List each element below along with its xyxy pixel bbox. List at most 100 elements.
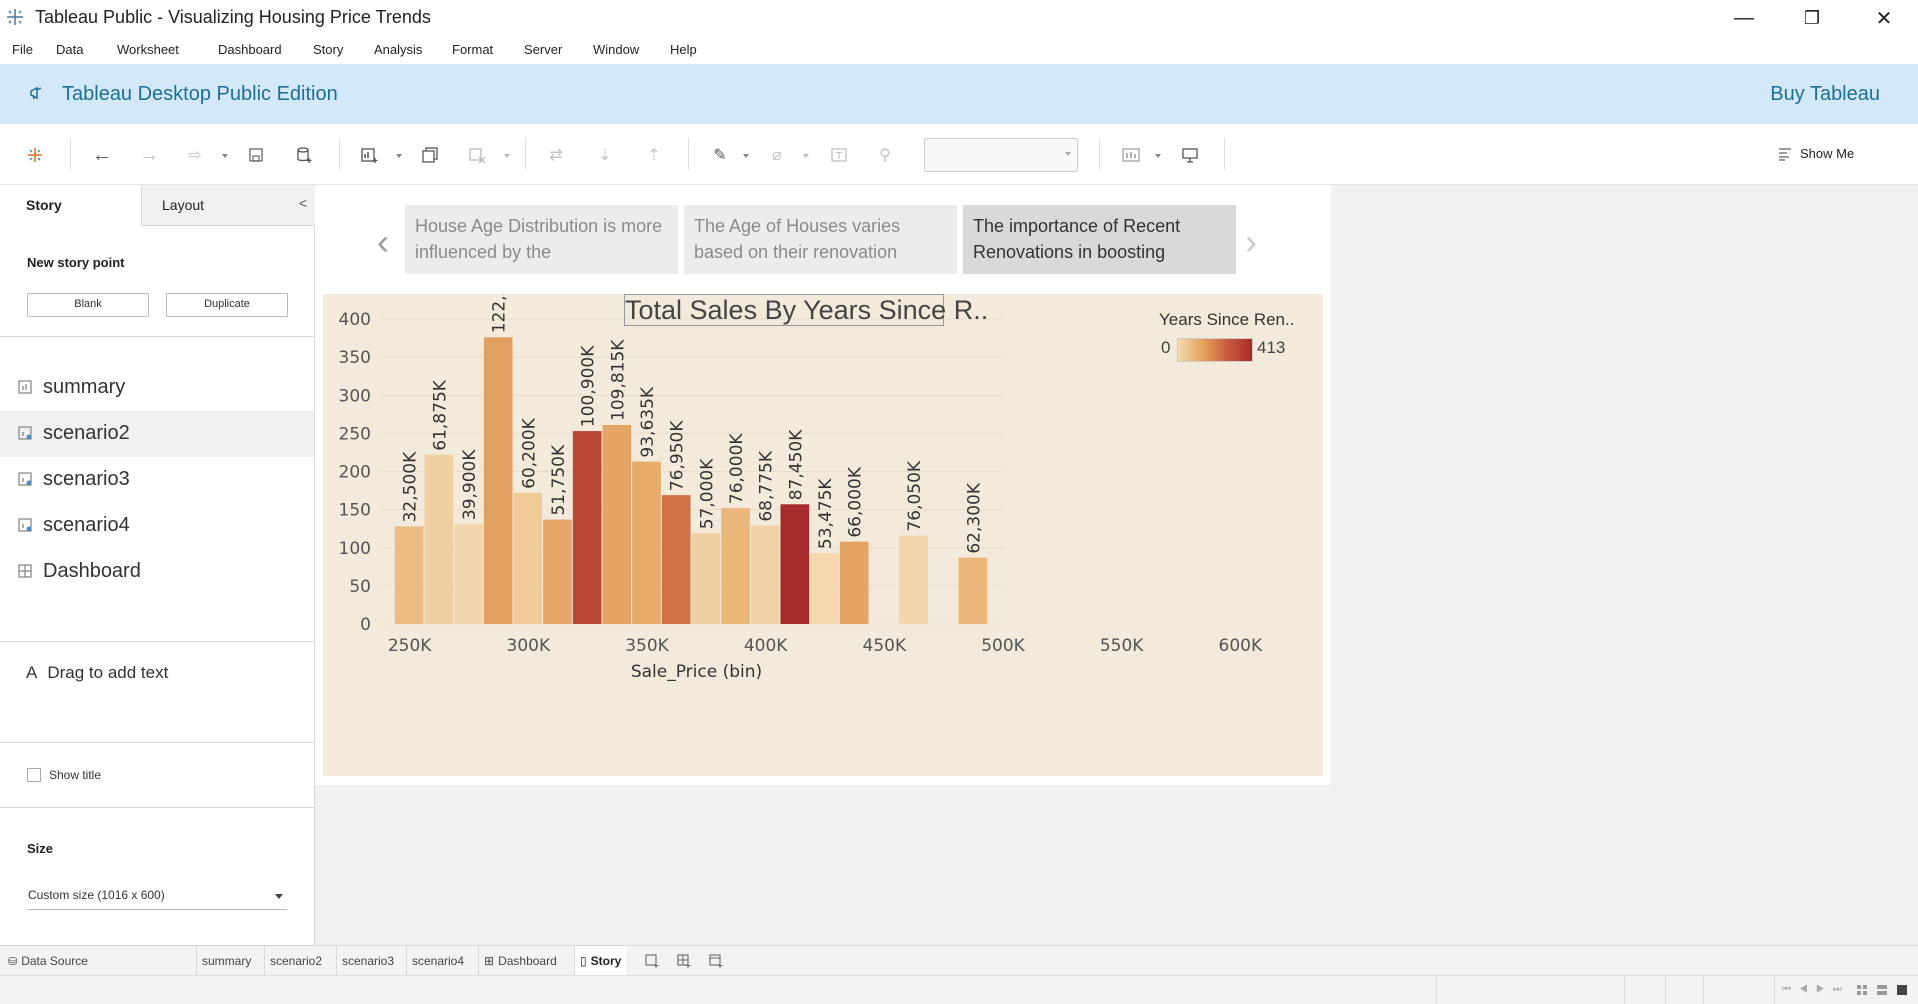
close-button[interactable]: ✕ — [1854, 0, 1914, 36]
sheet-navigation-arrows[interactable]: ⏮◀▶⏭ — [1782, 984, 1850, 995]
maximize-button[interactable]: ❐ — [1782, 0, 1842, 36]
duplicate-button[interactable]: Duplicate — [166, 293, 288, 317]
menu-bar: File Data Worksheet Dashboard Story Anal… — [0, 36, 1918, 64]
drag-text-label: Drag to add text — [47, 663, 169, 682]
legend-title: Years Since Ren.. — [1159, 310, 1295, 329]
show-cards-dropdown-icon[interactable] — [1155, 154, 1161, 158]
tab-scenario2[interactable]: scenario2 — [264, 946, 327, 976]
worksheet-icon — [18, 518, 32, 532]
tab-layout[interactable]: Layout < — [141, 185, 315, 226]
sort-ascending-icon[interactable]: ⇣ — [594, 144, 616, 166]
menu-file[interactable]: File — [12, 42, 33, 57]
menu-worksheet[interactable]: Worksheet — [117, 42, 179, 57]
show-title-checkbox[interactable] — [27, 768, 41, 782]
presentation-mode-icon[interactable] — [1179, 144, 1201, 166]
story-point-2[interactable]: The Age of Houses varies based on their … — [684, 205, 957, 274]
sheet-item-summary[interactable]: summary — [0, 365, 314, 411]
tab-scenario3[interactable]: scenario3 — [336, 946, 399, 976]
bar — [661, 495, 691, 624]
new-dashboard-icon[interactable] — [677, 954, 691, 968]
toolbar-separator — [1099, 138, 1100, 170]
undo-icon[interactable]: ← — [91, 144, 113, 166]
title-bar: Tableau Public - Visualizing Housing Pri… — [0, 0, 1918, 36]
x-tick-label: 400K — [744, 636, 788, 656]
menu-window[interactable]: Window — [593, 42, 639, 57]
collapse-panel-icon[interactable]: < — [299, 195, 307, 211]
clear-sheet-icon[interactable] — [466, 144, 488, 166]
worksheet-icon — [18, 472, 32, 486]
dashboard-icon — [18, 564, 32, 578]
tab-scenario4[interactable]: scenario4 — [406, 946, 469, 976]
sort-descending-icon[interactable]: ⇡ — [643, 144, 665, 166]
drag-to-add-text[interactable]: A Drag to add text — [26, 663, 168, 683]
story-point-3[interactable]: The importance of Recent Renovations in … — [963, 205, 1236, 274]
tabs-view-icon[interactable] — [1896, 984, 1908, 996]
group-members-icon[interactable]: ⌀ — [766, 144, 788, 166]
blank-button[interactable]: Blank — [27, 293, 149, 317]
x-tick-label: 500K — [981, 636, 1025, 656]
bar — [483, 337, 513, 624]
buy-tableau-link[interactable]: Buy Tableau — [1770, 83, 1880, 106]
new-data-source-icon[interactable] — [293, 144, 315, 166]
save-icon[interactable] — [245, 144, 267, 166]
menu-analysis[interactable]: Analysis — [374, 42, 422, 57]
previous-story-point-arrow[interactable]: ‹ — [377, 221, 389, 263]
clear-dropdown-icon[interactable] — [504, 154, 510, 158]
tab-dashboard[interactable]: ⊞ Dashboard — [478, 946, 562, 976]
menu-data[interactable]: Data — [56, 42, 83, 57]
tab-data-source[interactable]: ⛁ Data Source — [0, 946, 93, 976]
tab-story[interactable]: Story — [0, 185, 141, 225]
story-workspace: ‹ House Age Distribution is more influen… — [315, 185, 1918, 945]
sheet-item-scenario4[interactable]: scenario4 — [0, 503, 314, 549]
menu-server[interactable]: Server — [524, 42, 562, 57]
group-dropdown-icon[interactable] — [803, 154, 809, 158]
sheet-item-dashboard[interactable]: Dashboard — [0, 549, 314, 595]
highlight-icon[interactable]: ✎ — [709, 144, 731, 166]
sheet-item-scenario3[interactable]: scenario3 — [0, 457, 314, 503]
bar — [958, 557, 988, 624]
chart-area: 0 50 100 150 200 250 300 350 400 32,500K 61,875K 39… — [323, 294, 1323, 776]
fit-selector[interactable] — [924, 138, 1078, 172]
menu-help[interactable]: Help — [670, 42, 697, 57]
tab-summary[interactable]: summary — [196, 946, 256, 976]
divider — [0, 807, 314, 808]
duplicate-sheet-icon[interactable] — [419, 144, 441, 166]
bar — [780, 504, 810, 624]
sheet-item-scenario2[interactable]: scenario2 — [0, 411, 314, 457]
bar — [632, 461, 661, 624]
bar-data-label: 87,450K — [786, 429, 806, 500]
sorter-view-icon[interactable] — [1876, 984, 1888, 996]
x-tick-label: 550K — [1100, 636, 1144, 656]
bar — [750, 525, 780, 624]
new-story-icon[interactable] — [709, 954, 723, 968]
show-mark-labels-icon[interactable]: T — [828, 144, 850, 166]
show-me-button[interactable]: Show Me — [1778, 146, 1854, 161]
pin-icon[interactable]: ⚲ — [874, 144, 896, 166]
tab-story-sheet[interactable]: ▯ Story — [574, 946, 627, 976]
status-bar: ⏮◀▶⏭ — [0, 975, 1918, 1004]
replay-icon[interactable]: ⇨ — [184, 144, 206, 166]
new-worksheet-icon[interactable] — [645, 954, 659, 968]
story-point-1[interactable]: House Age Distribution is more influence… — [405, 205, 678, 274]
new-worksheet-dropdown-icon[interactable] — [396, 154, 402, 158]
show-title-label: Show title — [49, 768, 102, 782]
size-dropdown[interactable]: Custom size (1016 x 600) — [27, 885, 287, 910]
menu-story[interactable]: Story — [313, 42, 343, 57]
edition-label: Tableau Desktop Public Edition — [62, 83, 338, 105]
bar-data-label: 76,050K — [905, 460, 925, 531]
new-worksheet-icon[interactable] — [358, 144, 380, 166]
sheet-item-label: Dashboard — [43, 560, 141, 582]
menu-format[interactable]: Format — [452, 42, 493, 57]
swap-rows-columns-icon[interactable]: ⇄ — [545, 144, 567, 166]
menu-dashboard[interactable]: Dashboard — [218, 42, 282, 57]
show-title-toggle[interactable]: Show title — [27, 768, 101, 782]
replay-dropdown-icon[interactable] — [222, 154, 228, 158]
highlight-dropdown-icon[interactable] — [743, 154, 749, 158]
filmstrip-view-icon[interactable] — [1856, 984, 1868, 996]
tableau-home-icon[interactable] — [24, 144, 46, 166]
next-story-point-arrow[interactable]: › — [1245, 221, 1257, 263]
minimize-button[interactable]: — — [1714, 0, 1774, 36]
redo-icon[interactable]: → — [138, 144, 160, 166]
toolbar-separator — [688, 138, 689, 170]
show-cards-icon[interactable] — [1120, 144, 1142, 166]
